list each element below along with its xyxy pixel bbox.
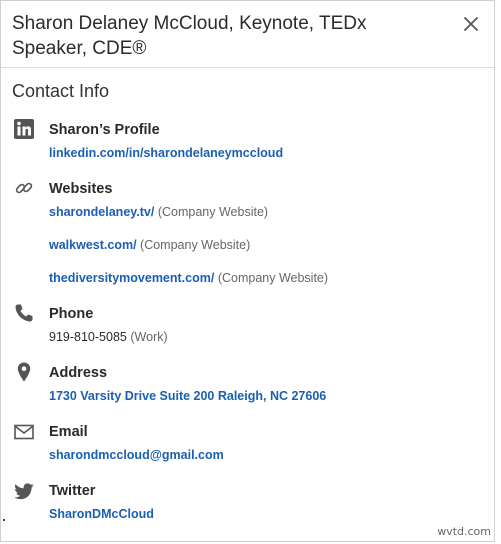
phone-icon xyxy=(13,302,35,324)
profile-url[interactable]: linkedin.com/in/sharondelaneymccloud xyxy=(49,146,283,160)
modal-header: Sharon Delaney McCloud, Keynote, TEDx Sp… xyxy=(1,1,494,68)
contact-info-modal: Sharon Delaney McCloud, Keynote, TEDx Sp… xyxy=(0,0,495,542)
website-url[interactable]: walkwest.com/ xyxy=(49,238,137,252)
website-item: walkwest.com/ (Company Website) xyxy=(49,237,250,253)
location-pin-icon xyxy=(13,361,35,383)
divider-dot xyxy=(3,519,5,521)
link-icon xyxy=(13,177,35,199)
website-url[interactable]: sharondelaney.tv/ xyxy=(49,205,154,219)
linkedin-icon xyxy=(13,118,35,140)
twitter-label: Twitter xyxy=(49,483,96,499)
email-value[interactable]: sharondmccloud@gmail.com xyxy=(49,448,224,462)
website-item: sharondelaney.tv/ (Company Website) xyxy=(49,204,268,220)
address-label: Address xyxy=(49,365,108,381)
twitter-handle[interactable]: SharonDMcCloud xyxy=(49,507,154,521)
profile-label: Sharon’s Profile xyxy=(49,122,160,138)
close-button[interactable] xyxy=(460,13,482,35)
twitter-line[interactable]: SharonDMcCloud xyxy=(49,506,154,522)
website-type: (Company Website) xyxy=(140,238,251,252)
address-line[interactable]: 1730 Varsity Drive Suite 200 Raleigh, NC… xyxy=(49,388,326,404)
phone-type: (Work) xyxy=(130,330,168,344)
website-type: (Company Website) xyxy=(157,205,269,219)
close-icon xyxy=(464,17,478,31)
website-url[interactable]: thediversitymovement.com/ xyxy=(49,271,214,285)
profile-link[interactable]: linkedin.com/in/sharondelaneymccloud xyxy=(49,145,283,161)
website-item: thediversitymovement.com/ (Company Websi… xyxy=(49,270,328,286)
page-title: Sharon Delaney McCloud, Keynote, TEDx Sp… xyxy=(12,13,367,59)
watermark: wvtd.com xyxy=(437,525,491,538)
section-title: Contact Info xyxy=(12,81,110,101)
phone-label: Phone xyxy=(49,306,94,322)
phone-number: 919-810-5085 xyxy=(49,330,127,344)
address-value[interactable]: 1730 Varsity Drive Suite 200 Raleigh, NC… xyxy=(49,389,326,403)
website-type: (Company Website) xyxy=(217,271,329,285)
envelope-icon xyxy=(13,421,35,443)
phone-line: 919-810-5085 (Work) xyxy=(49,329,168,345)
email-line[interactable]: sharondmccloud@gmail.com xyxy=(49,447,224,463)
email-label: Email xyxy=(49,424,88,440)
twitter-bird-icon xyxy=(13,480,35,502)
websites-label: Websites xyxy=(49,181,113,197)
